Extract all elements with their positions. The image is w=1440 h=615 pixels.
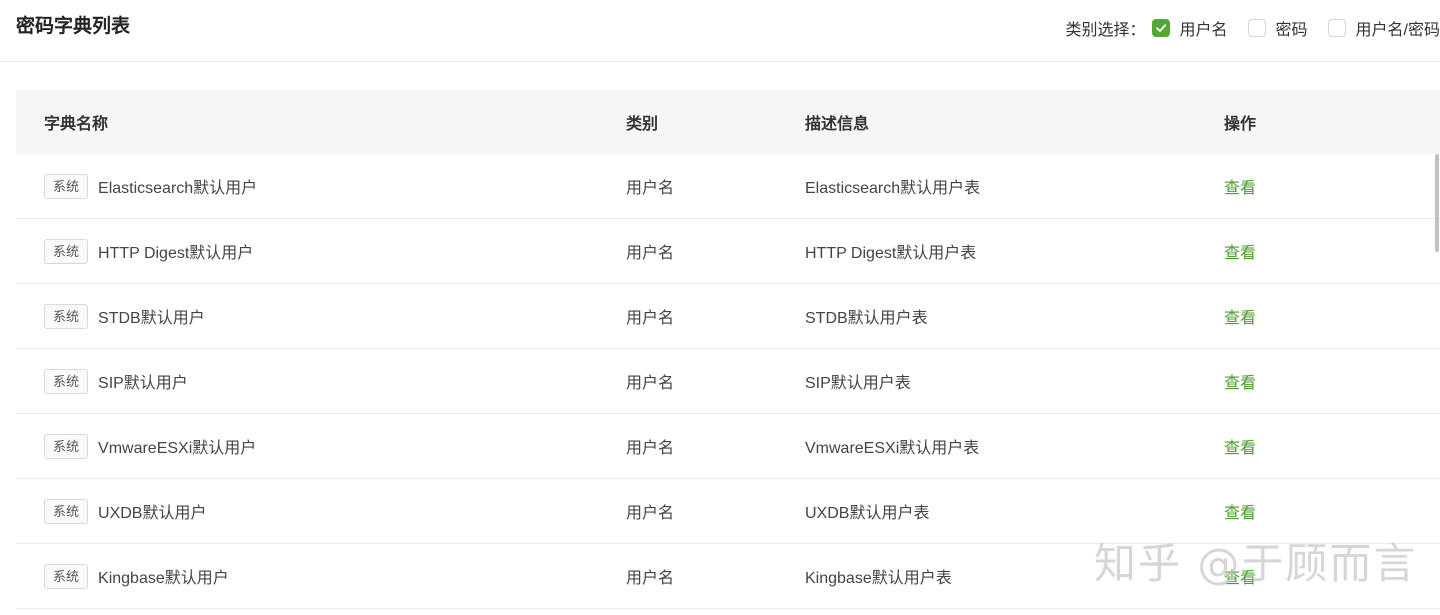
system-tag: 系统 bbox=[44, 433, 89, 459]
cell-category: 用户名 bbox=[626, 505, 675, 522]
checkbox-username-password[interactable] bbox=[1327, 19, 1346, 37]
cell-name: 系统 SIP默认用户 bbox=[16, 368, 598, 394]
checkbox-password[interactable] bbox=[1247, 19, 1266, 37]
dictionary-name: UXDB默认用户 bbox=[98, 505, 207, 522]
column-header-description: 描述信息 bbox=[805, 116, 870, 133]
dictionary-table: 字典名称 类别 描述信息 操作 系统 Elasticsearch默认用户 用户名 … bbox=[16, 90, 1440, 609]
cell-description: Kingbase默认用户表 bbox=[805, 570, 952, 587]
column-header-action: 操作 bbox=[1224, 116, 1257, 133]
table-row: 系统 Kingbase默认用户 用户名 Kingbase默认用户表 查看 bbox=[16, 544, 1440, 609]
cell-name: 系统 Kingbase默认用户 bbox=[16, 563, 598, 589]
cell-category: 用户名 bbox=[626, 375, 675, 392]
cell-description: VmwareESXi默认用户表 bbox=[805, 440, 980, 457]
cell-name: 系统 UXDB默认用户 bbox=[16, 498, 598, 524]
system-tag: 系统 bbox=[44, 498, 89, 524]
view-link[interactable]: 查看 bbox=[1224, 310, 1256, 327]
view-link[interactable]: 查看 bbox=[1224, 570, 1256, 587]
cell-name: 系统 STDB默认用户 bbox=[16, 303, 598, 329]
table-row: 系统 UXDB默认用户 用户名 UXDB默认用户表 查看 bbox=[16, 479, 1440, 544]
filter-option-password[interactable]: 密码 bbox=[1247, 16, 1308, 40]
cell-description: SIP默认用户表 bbox=[805, 375, 911, 392]
cell-category: 用户名 bbox=[626, 570, 675, 587]
table-row: 系统 SIP默认用户 用户名 SIP默认用户表 查看 bbox=[16, 349, 1440, 414]
vertical-scrollbar[interactable] bbox=[1435, 154, 1439, 252]
filter-option-label: 用户名 bbox=[1179, 22, 1228, 39]
cell-category: 用户名 bbox=[626, 245, 675, 262]
cell-name: 系统 HTTP Digest默认用户 bbox=[16, 238, 598, 264]
cell-category: 用户名 bbox=[626, 180, 675, 197]
view-link[interactable]: 查看 bbox=[1224, 180, 1256, 197]
page-header: 密码字典列表 类别选择： 用户名 密码 用户名/密码 bbox=[0, 0, 1440, 62]
system-tag: 系统 bbox=[44, 368, 89, 394]
checkbox-username[interactable] bbox=[1151, 19, 1170, 37]
cell-name: 系统 VmwareESXi默认用户 bbox=[16, 433, 598, 459]
dictionary-name: HTTP Digest默认用户 bbox=[98, 245, 254, 262]
cell-category: 用户名 bbox=[626, 440, 675, 457]
dictionary-name: Elasticsearch默认用户 bbox=[98, 180, 258, 197]
system-tag: 系统 bbox=[44, 173, 89, 199]
view-link[interactable]: 查看 bbox=[1224, 245, 1256, 262]
page-title: 密码字典列表 bbox=[16, 16, 131, 37]
system-tag: 系统 bbox=[44, 238, 89, 264]
filter-option-username[interactable]: 用户名 bbox=[1151, 16, 1228, 40]
column-header-name: 字典名称 bbox=[44, 116, 109, 133]
cell-description: STDB默认用户表 bbox=[805, 310, 928, 327]
cell-description: Elasticsearch默认用户表 bbox=[805, 180, 981, 197]
cell-description: HTTP Digest默认用户表 bbox=[805, 245, 977, 262]
cell-name: 系统 Elasticsearch默认用户 bbox=[16, 173, 598, 199]
view-link[interactable]: 查看 bbox=[1224, 505, 1256, 522]
category-filter: 类别选择： 用户名 密码 用户名/密码 bbox=[1066, 15, 1440, 41]
system-tag: 系统 bbox=[44, 563, 89, 589]
table-row: 系统 Elasticsearch默认用户 用户名 Elasticsearch默认用… bbox=[16, 154, 1440, 219]
dictionary-name: VmwareESXi默认用户 bbox=[98, 440, 257, 457]
filter-label: 类别选择： bbox=[1065, 22, 1146, 39]
cell-description: UXDB默认用户表 bbox=[805, 505, 930, 522]
system-tag: 系统 bbox=[44, 303, 89, 329]
table-row: 系统 HTTP Digest默认用户 用户名 HTTP Digest默认用户表 查… bbox=[16, 219, 1440, 284]
dictionary-name: SIP默认用户 bbox=[98, 375, 188, 392]
table-row: 系统 STDB默认用户 用户名 STDB默认用户表 查看 bbox=[16, 284, 1440, 349]
view-link[interactable]: 查看 bbox=[1224, 440, 1256, 457]
column-header-category: 类别 bbox=[626, 116, 659, 133]
filter-option-label: 用户名/密码 bbox=[1355, 22, 1440, 39]
view-link[interactable]: 查看 bbox=[1224, 375, 1256, 392]
table-row: 系统 VmwareESXi默认用户 用户名 VmwareESXi默认用户表 查看 bbox=[16, 414, 1440, 479]
table-header: 字典名称 类别 描述信息 操作 bbox=[16, 90, 1440, 154]
dictionary-name: STDB默认用户 bbox=[98, 310, 205, 327]
filter-option-username-password[interactable]: 用户名/密码 bbox=[1327, 16, 1440, 40]
filter-option-label: 密码 bbox=[1275, 22, 1308, 39]
check-icon bbox=[1155, 24, 1166, 32]
dictionary-name: Kingbase默认用户 bbox=[98, 570, 229, 587]
cell-category: 用户名 bbox=[626, 310, 675, 327]
